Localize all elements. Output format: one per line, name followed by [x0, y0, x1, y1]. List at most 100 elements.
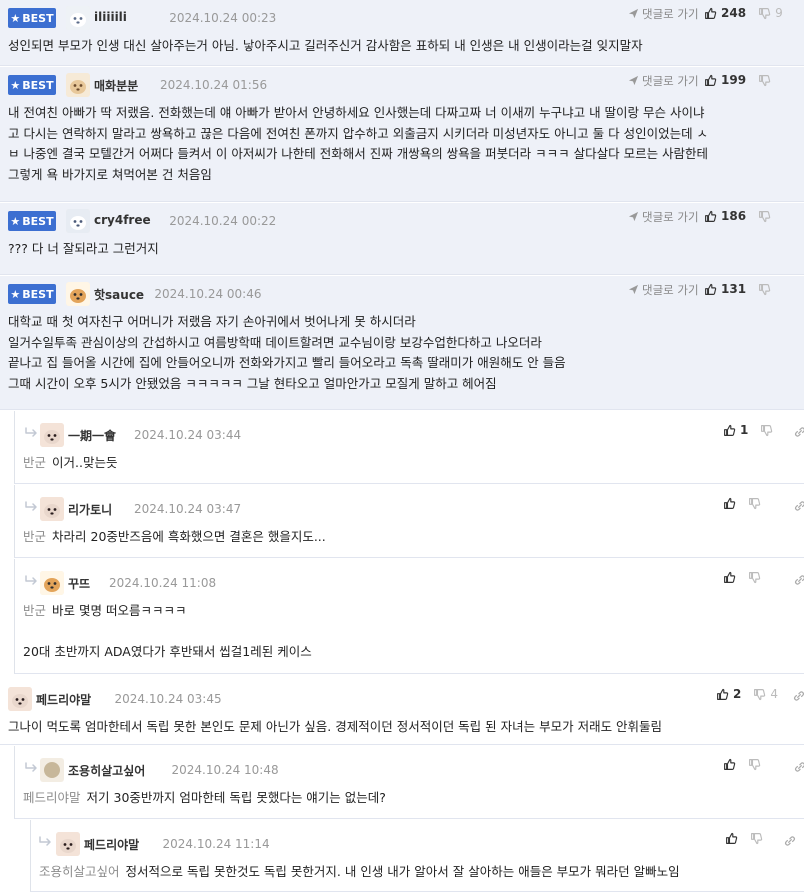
goto-reply-link[interactable]: 댓글로 가기 [628, 6, 699, 22]
mention-target[interactable]: 조용히살고싶어 [39, 864, 120, 879]
comment-body: 반군 바로 몇명 떠오름ㅋㅋㅋㅋ 20대 초반까지 ADA였다가 후반돼서 씹걸1… [23, 601, 794, 663]
comment-date: 2024.10.24 11:14 [162, 837, 270, 851]
thumb-up-icon [704, 210, 717, 223]
upvote-button[interactable] [725, 832, 738, 845]
upvote-button[interactable] [723, 497, 736, 510]
thumb-down-icon [753, 688, 766, 701]
avatar[interactable] [66, 209, 90, 233]
mention-target[interactable]: 반군 [23, 455, 46, 470]
comment-date: 2024.10.24 00:46 [154, 287, 262, 301]
upvote-count: 1 [740, 423, 749, 437]
comment-line: ㅂ 나중엔 결국 모텔간거 어쩌다 들켜서 이 아저씨가 나한테 전화해서 진짜… [8, 144, 794, 165]
upvote-button[interactable]: 199 [704, 73, 746, 87]
link-icon[interactable] [783, 834, 797, 848]
author-nickname[interactable]: 一期一會 [68, 427, 116, 444]
comment-text: 그렇게 욕 바가지로 쳐먹어본 건 처음임 [8, 166, 212, 182]
upvote-button[interactable] [723, 571, 736, 584]
goto-reply-link[interactable]: 댓글로 가기 [628, 209, 699, 225]
author-nickname[interactable]: iliiiili [94, 10, 127, 24]
comment-body: 내 전여친 아빠가 딱 저랬음. 전화했는데 얘 아빠가 받아서 안녕하세요 인… [8, 103, 794, 185]
downvote-count: 9 [775, 6, 783, 20]
link-icon[interactable] [792, 689, 804, 703]
link-icon[interactable] [793, 573, 804, 587]
thumb-up-icon [723, 571, 736, 584]
downvote-button[interactable] [748, 497, 761, 510]
thumb-up-icon [723, 424, 736, 437]
goto-reply-link[interactable]: 댓글로 가기 [628, 282, 699, 298]
thumb-down-icon [758, 210, 771, 223]
downvote-button[interactable]: 9 [758, 6, 783, 20]
comment-body: 반군 이거..맞는듯 [23, 453, 794, 474]
upvote-button[interactable]: 2 [716, 687, 741, 701]
comment-header: ★ BEST 핫sauce 2024.10.24 00:46 댓글로 가기 131 [8, 282, 804, 308]
avatar[interactable] [8, 687, 32, 711]
upvote-button[interactable]: 248 [704, 6, 746, 20]
downvote-button[interactable]: 4 [753, 687, 778, 701]
downvote-button[interactable] [758, 210, 771, 223]
comment-header: 페드리야말 2024.10.24 03:45 2 4 [8, 687, 804, 713]
upvote-count: 248 [721, 6, 747, 20]
mention-target[interactable]: 반군 [23, 603, 46, 618]
upvote-count: 199 [721, 73, 747, 87]
comment-header: 一期一會 2024.10.24 03:44 1 [23, 423, 804, 449]
goto-reply-label: 댓글로 가기 [642, 7, 699, 21]
reply-arrow-icon [25, 427, 39, 439]
upvote-button[interactable]: 131 [704, 282, 746, 296]
mention-target[interactable]: 반군 [23, 529, 46, 544]
thumb-up-icon [725, 832, 738, 845]
avatar[interactable] [66, 73, 90, 97]
author-nickname[interactable]: 리가토니 [68, 501, 112, 518]
upvote-button[interactable]: 186 [704, 209, 746, 223]
author-nickname[interactable]: 꾸뜨 [68, 575, 90, 592]
comment-date: 2024.10.24 00:22 [169, 214, 277, 228]
avatar[interactable] [40, 497, 64, 521]
downvote-button[interactable] [750, 832, 763, 845]
thumb-down-icon [758, 7, 771, 20]
comment-line: 그때 시간이 오후 5시가 안됐었음 ㅋㅋㅋㅋㅋ 그날 현타오고 얼마안가고 모… [8, 374, 794, 395]
comment-line: 반군 이거..맞는듯 [23, 453, 794, 474]
thumb-down-icon [760, 424, 773, 437]
avatar[interactable] [66, 282, 90, 306]
upvote-button[interactable] [723, 758, 736, 771]
avatar[interactable] [40, 423, 64, 447]
downvote-button[interactable] [748, 571, 761, 584]
goto-reply-label: 댓글로 가기 [642, 210, 699, 224]
downvote-count: 4 [770, 687, 778, 701]
send-arrow-icon [628, 8, 639, 19]
reply-arrow-icon [25, 575, 39, 587]
avatar[interactable] [40, 571, 64, 595]
mention-target[interactable]: 페드리야말 [23, 790, 81, 805]
comment-text: 20대 초반까지 ADA였다가 후반돼서 씹걸1레된 케이스 [23, 644, 312, 659]
author-nickname[interactable]: cry4free [94, 213, 151, 227]
link-icon[interactable] [793, 760, 804, 774]
upvote-button[interactable]: 1 [723, 423, 748, 437]
comment-line: 그렇게 욕 바가지로 쳐먹어본 건 처음임 [8, 165, 794, 186]
vote-group [723, 497, 761, 510]
avatar[interactable] [66, 6, 90, 30]
comment-header: 리가토니 2024.10.24 03:47 [23, 497, 804, 523]
comment-body: ??? 다 너 잘되라고 그런거지 [8, 239, 794, 260]
avatar[interactable] [40, 758, 64, 782]
thumb-up-icon [704, 7, 717, 20]
link-icon[interactable] [793, 425, 804, 439]
author-nickname[interactable]: 페드리야말 [84, 836, 139, 853]
vote-group: 248 9 [704, 6, 783, 20]
send-arrow-icon [628, 211, 639, 222]
avatar[interactable] [56, 832, 80, 856]
downvote-button[interactable] [758, 74, 771, 87]
downvote-button[interactable] [760, 424, 773, 437]
author-nickname[interactable]: 페드리야말 [36, 691, 91, 708]
vote-group: 186 [704, 209, 771, 223]
link-icon[interactable] [793, 499, 804, 513]
author-nickname[interactable]: 매화분분 [94, 77, 138, 94]
comment-text: ??? 다 너 잘되라고 그런거지 [8, 241, 159, 256]
author-nickname[interactable]: 핫sauce [94, 286, 144, 303]
comment-line: 20대 초반까지 ADA였다가 후반돼서 씹걸1레된 케이스 [23, 642, 794, 663]
author-nickname[interactable]: 조용히살고싶어 [68, 762, 145, 779]
goto-reply-link[interactable]: 댓글로 가기 [628, 73, 699, 89]
thumb-down-icon [758, 283, 771, 296]
vote-group: 199 [704, 73, 771, 87]
downvote-button[interactable] [748, 758, 761, 771]
downvote-button[interactable] [758, 283, 771, 296]
thumb-up-icon [704, 74, 717, 87]
